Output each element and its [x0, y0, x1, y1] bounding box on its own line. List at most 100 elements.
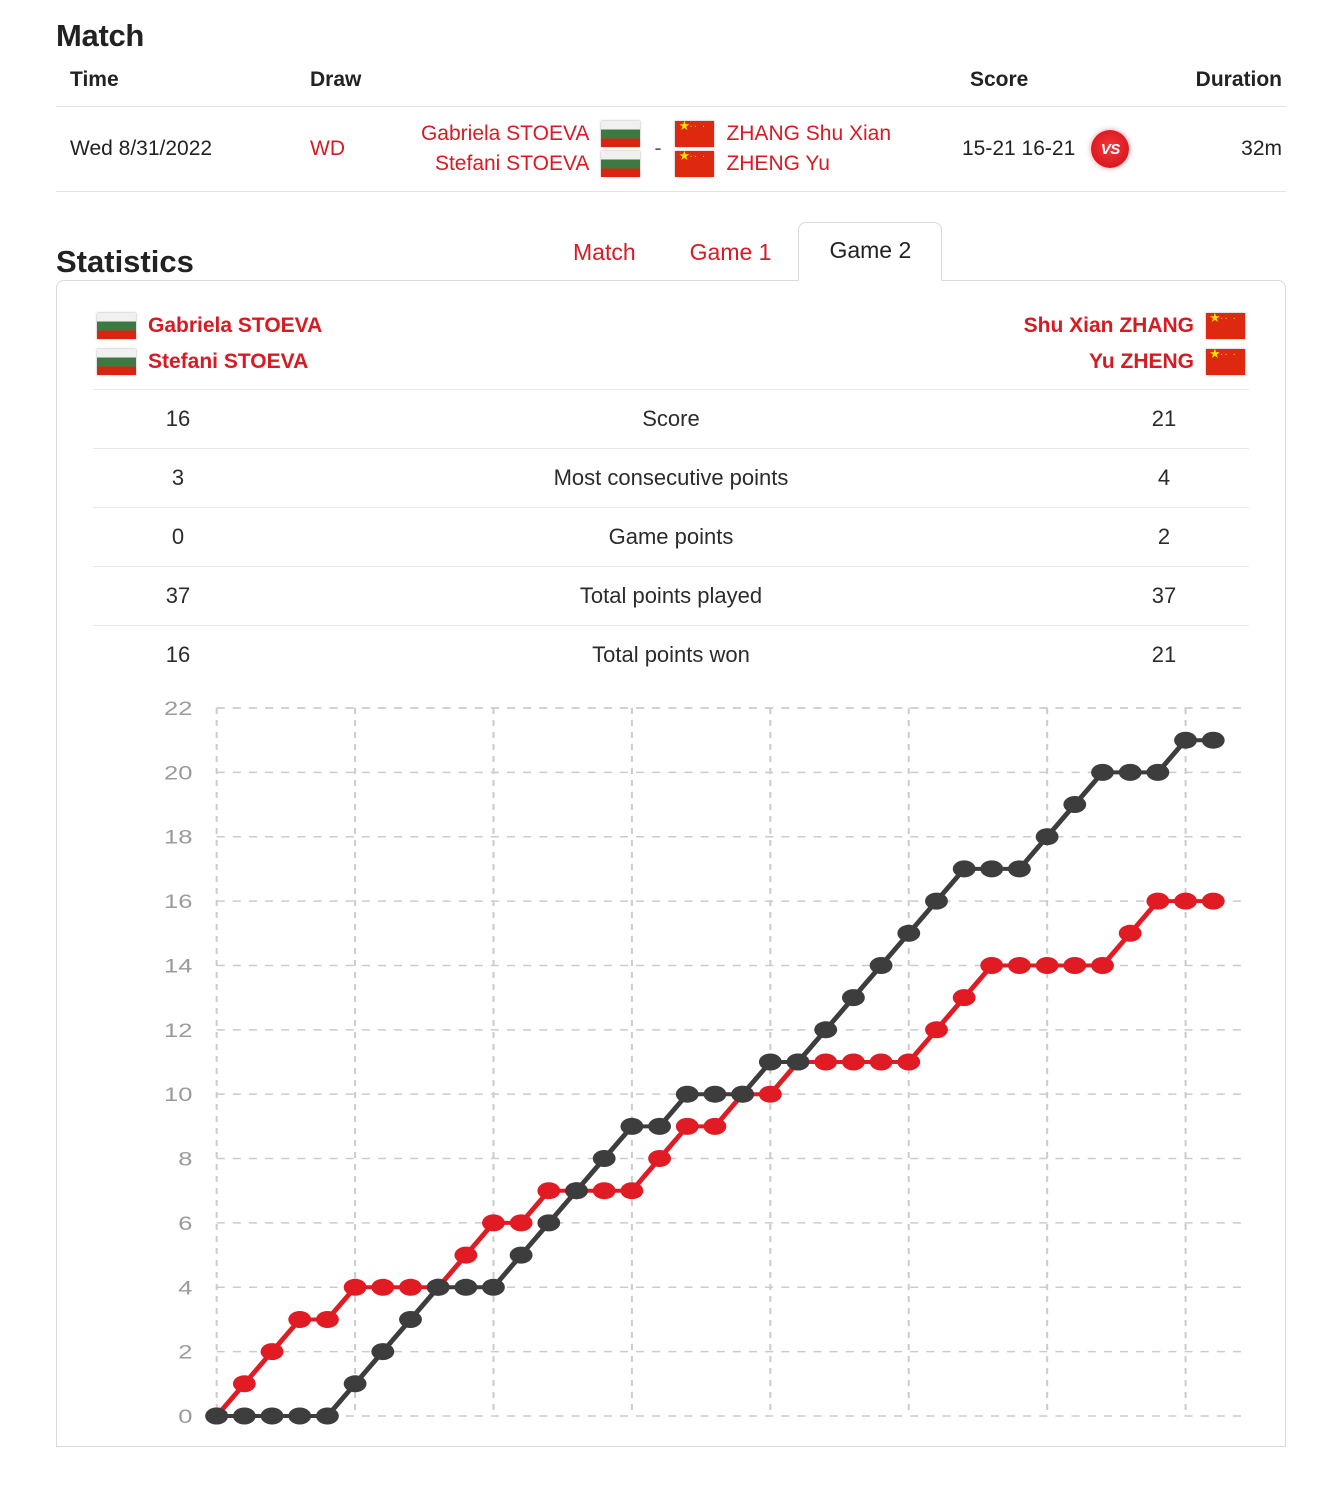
y-axis-tick-label: 10: [164, 1084, 192, 1105]
series-point: [925, 1021, 948, 1039]
stat-value-left: 37: [93, 566, 263, 626]
stat-value-right: 37: [1079, 566, 1249, 626]
stats-player-right-1[interactable]: Shu Xian ZHANG: [1024, 313, 1245, 339]
series-point: [620, 1117, 644, 1135]
match-draw-tag: WD: [296, 106, 356, 192]
statistics-title: Statistics: [56, 244, 194, 279]
vs-badge-icon[interactable]: VS: [1091, 130, 1130, 168]
series-point: [869, 1053, 893, 1071]
series-point: [343, 1375, 367, 1393]
progression-chart-svg: 0 2 4 6 8 10 12 14 16 18 20 22: [164, 698, 1241, 1427]
stat-value-left: 3: [93, 448, 263, 508]
series-point: [841, 989, 865, 1007]
series-point: [648, 1150, 671, 1167]
column-header-draw: Draw: [296, 68, 361, 107]
china-flag-icon: [1206, 313, 1245, 339]
y-axis-tick-label: 22: [164, 698, 192, 719]
statistics-section: Statistics Match Game 1 Game 2 Gabriela …: [0, 192, 1330, 1447]
draw-label: WD: [310, 137, 345, 160]
series-point: [565, 1182, 588, 1200]
stat-value-right: 21: [1079, 389, 1249, 449]
series-point: [1063, 957, 1087, 974]
match-date: Wed 8/31/2022: [56, 106, 296, 192]
china-flag-icon: [675, 151, 715, 177]
player-name: Stefani STOEVA: [148, 350, 309, 373]
china-flag-icon: [675, 121, 715, 147]
stat-label: Total points played: [263, 566, 1079, 626]
series-point: [675, 1085, 699, 1103]
series-point: [731, 1085, 755, 1103]
series-point: [399, 1311, 422, 1328]
match-section: Match Time Draw Score Duration Wed 8/31/…: [0, 0, 1330, 192]
series-point: [1174, 731, 1197, 749]
series-point: [509, 1214, 533, 1232]
table-row: 37 Total points played 37: [93, 566, 1249, 626]
series-point: [1091, 763, 1114, 781]
bulgaria-flag-icon: [601, 121, 641, 147]
series-point: [1063, 796, 1087, 813]
player-row-right-2[interactable]: ZHENG Yu: [675, 151, 830, 177]
series-point: [426, 1278, 450, 1296]
series-point: [703, 1085, 727, 1103]
series-point: [260, 1343, 284, 1361]
y-axis-tick-label: 6: [178, 1213, 192, 1234]
series-point: [232, 1375, 256, 1393]
stats-player-left-1[interactable]: Gabriela STOEVA: [97, 313, 322, 339]
tab-game-1[interactable]: Game 1: [663, 226, 799, 280]
series-point: [1118, 763, 1142, 781]
bulgaria-flag-icon: [97, 313, 136, 339]
series-point: [288, 1407, 312, 1425]
statistics-tabs: Match Game 1 Game 2: [546, 222, 943, 281]
statistics-team-header: Gabriela STOEVA Stefani STOEVA Shu Xian …: [93, 307, 1249, 389]
tab-game-2[interactable]: Game 2: [798, 222, 943, 281]
match-teams: Gabriela STOEVA Stefani STOEVA - ★ ·· · …: [356, 106, 956, 192]
series-point: [260, 1407, 284, 1425]
tab-match[interactable]: Match: [546, 226, 663, 280]
series-point: [537, 1182, 561, 1200]
series-point: [205, 1407, 229, 1425]
stats-player-right-2[interactable]: Yu ZHENG: [1089, 349, 1245, 375]
series-point: [1118, 924, 1142, 942]
series-point: [1146, 892, 1170, 910]
stat-value-left: 16: [93, 389, 263, 449]
series-line-1: [213, 738, 1216, 1418]
series-point: [980, 860, 1004, 878]
y-axis-tick-label: 0: [178, 1406, 192, 1427]
series-point: [343, 1278, 367, 1296]
y-axis-tick-label: 14: [164, 956, 192, 977]
series-point: [509, 1246, 533, 1264]
column-header-time: Time: [56, 68, 296, 107]
stats-team-right: Shu Xian ZHANG Yu ZHENG: [1024, 313, 1245, 375]
series-point: [592, 1182, 616, 1200]
series-point: [482, 1278, 505, 1296]
table-row: 16 Score 21: [93, 389, 1249, 449]
player-name: Gabriela STOEVA: [420, 122, 590, 145]
series-point: [371, 1278, 395, 1296]
player-name: ZHANG Shu Xian: [726, 122, 892, 145]
match-row[interactable]: Wed 8/31/2022 WD Gabriela STOEVA Stefani…: [56, 106, 1286, 192]
player-name: Shu Xian ZHANG: [1023, 314, 1194, 337]
column-header-duration: Duration: [1156, 68, 1286, 107]
y-axis-tick-label: 8: [178, 1149, 192, 1170]
series-point: [1091, 957, 1114, 974]
series-point: [648, 1117, 671, 1135]
stat-label: Score: [263, 389, 1079, 449]
series-point: [288, 1311, 312, 1328]
series-point: [1201, 892, 1225, 910]
y-axis-tick-label: 20: [164, 762, 192, 783]
stats-player-left-2[interactable]: Stefani STOEVA: [97, 349, 322, 375]
player-row-right-1[interactable]: ZHANG Shu Xian: [675, 121, 891, 147]
player-row-left-2[interactable]: Stefani STOEVA: [434, 151, 641, 177]
series-point: [620, 1182, 644, 1200]
series-point: [1201, 731, 1225, 749]
player-row-left-1[interactable]: Gabriela STOEVA: [420, 121, 641, 147]
page-root: Match Time Draw Score Duration Wed 8/31/…: [0, 0, 1330, 1447]
series-point: [316, 1311, 339, 1328]
column-header-blank: [356, 68, 956, 107]
series-point: [980, 957, 1004, 974]
statistics-table: 16 Score 21 3 Most consecutive points 4 …: [93, 389, 1249, 684]
match-table: Time Draw Score Duration Wed 8/31/2022 W…: [56, 68, 1286, 192]
series-point: [1146, 763, 1170, 781]
player-name: Stefani STOEVA: [434, 152, 590, 175]
point-progression-chart: 0 2 4 6 8 10 12 14 16 18 20 22: [93, 684, 1249, 1446]
